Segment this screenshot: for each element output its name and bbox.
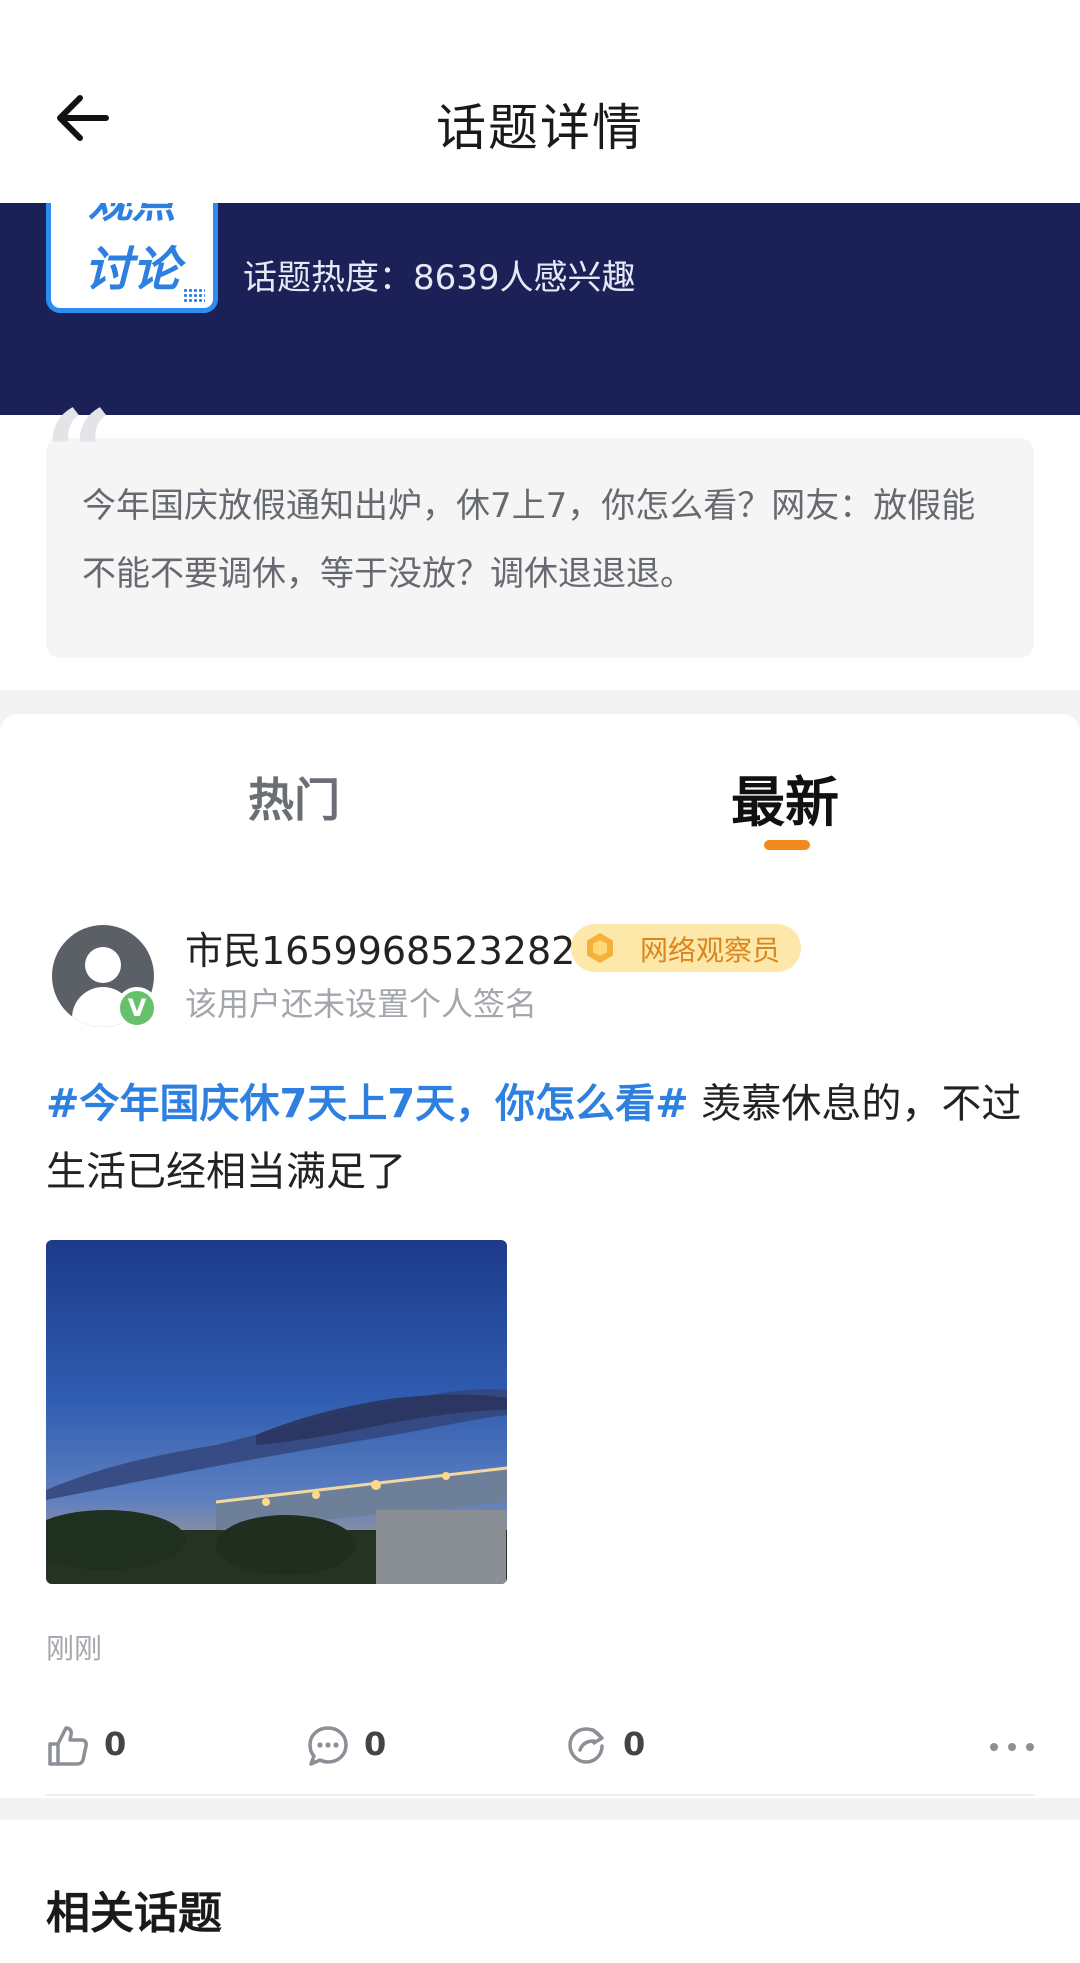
topic-heat: 话题热度：8639人感兴趣	[243, 258, 636, 298]
post-content[interactable]: #今年国庆休7天上7天，你怎么看# 羡慕休息的，不过生活已经相当满足了	[46, 1070, 1036, 1206]
comment-button[interactable]: 0	[306, 1722, 416, 1772]
page-title: 话题详情	[436, 99, 644, 157]
post-timestamp: 刚刚	[46, 1632, 103, 1665]
top-navigation-bar: 话题详情	[0, 0, 1080, 203]
more-dots-icon	[990, 1743, 1034, 1751]
share-icon	[568, 1727, 604, 1764]
tab-hot[interactable]: 热门	[248, 764, 340, 830]
avatar-head	[85, 947, 121, 983]
topic-logo: 观点 讨论	[46, 203, 218, 313]
related-topics-section: 相关话题	[0, 1820, 1080, 1963]
more-options-button[interactable]	[986, 1722, 1038, 1772]
like-button[interactable]: 0	[46, 1722, 156, 1772]
logo-dots	[183, 288, 205, 302]
topic-intro-text: 今年国庆放假通知出炉，休7上7，你怎么看？网友：放假能不能不要调休，等于没放？调…	[82, 486, 976, 594]
verified-badge: V	[116, 987, 158, 1029]
post-divider	[46, 1794, 1034, 1796]
share-button[interactable]: 0	[565, 1722, 675, 1772]
active-tab-indicator	[764, 840, 810, 850]
sunset-bridge-photo	[46, 1240, 507, 1584]
feed-section: 热门 最新 V 市民1659968523282 网络观察员 该用户还未设置个人签…	[0, 714, 1080, 1798]
topic-intro-section: 今年国庆放假通知出炉，休7上7，你怎么看？网友：放假能不能不要调休，等于没放？调…	[0, 395, 1080, 690]
medal-icon	[587, 933, 613, 963]
post-image[interactable]	[46, 1240, 507, 1584]
logo-text-top: 观点	[51, 203, 213, 230]
post-hashtag[interactable]: #今年国庆休7天上7天，你怎么看#	[46, 1081, 689, 1127]
comment-count: 0	[364, 1725, 387, 1763]
rank-label: 网络观察员	[640, 934, 781, 967]
topic-intro-box: 今年国庆放假通知出炉，休7上7，你怎么看？网友：放假能不能不要调休，等于没放？调…	[46, 438, 1034, 658]
topic-banner: 观点 讨论 话题热度：8639人感兴趣	[0, 203, 1080, 415]
rank-badge: 网络观察员	[571, 924, 801, 972]
user-signature: 该用户还未设置个人签名	[185, 985, 538, 1023]
share-count: 0	[623, 1725, 646, 1763]
comment-bubble-icon	[308, 1726, 348, 1766]
username[interactable]: 市民1659968523282	[185, 920, 575, 975]
tab-latest[interactable]: 最新	[731, 758, 839, 837]
quote-icon: “	[44, 384, 114, 525]
thumbs-up-icon	[48, 1726, 88, 1766]
like-count: 0	[104, 1725, 127, 1763]
related-topics-title: 相关话题	[46, 1888, 222, 1939]
